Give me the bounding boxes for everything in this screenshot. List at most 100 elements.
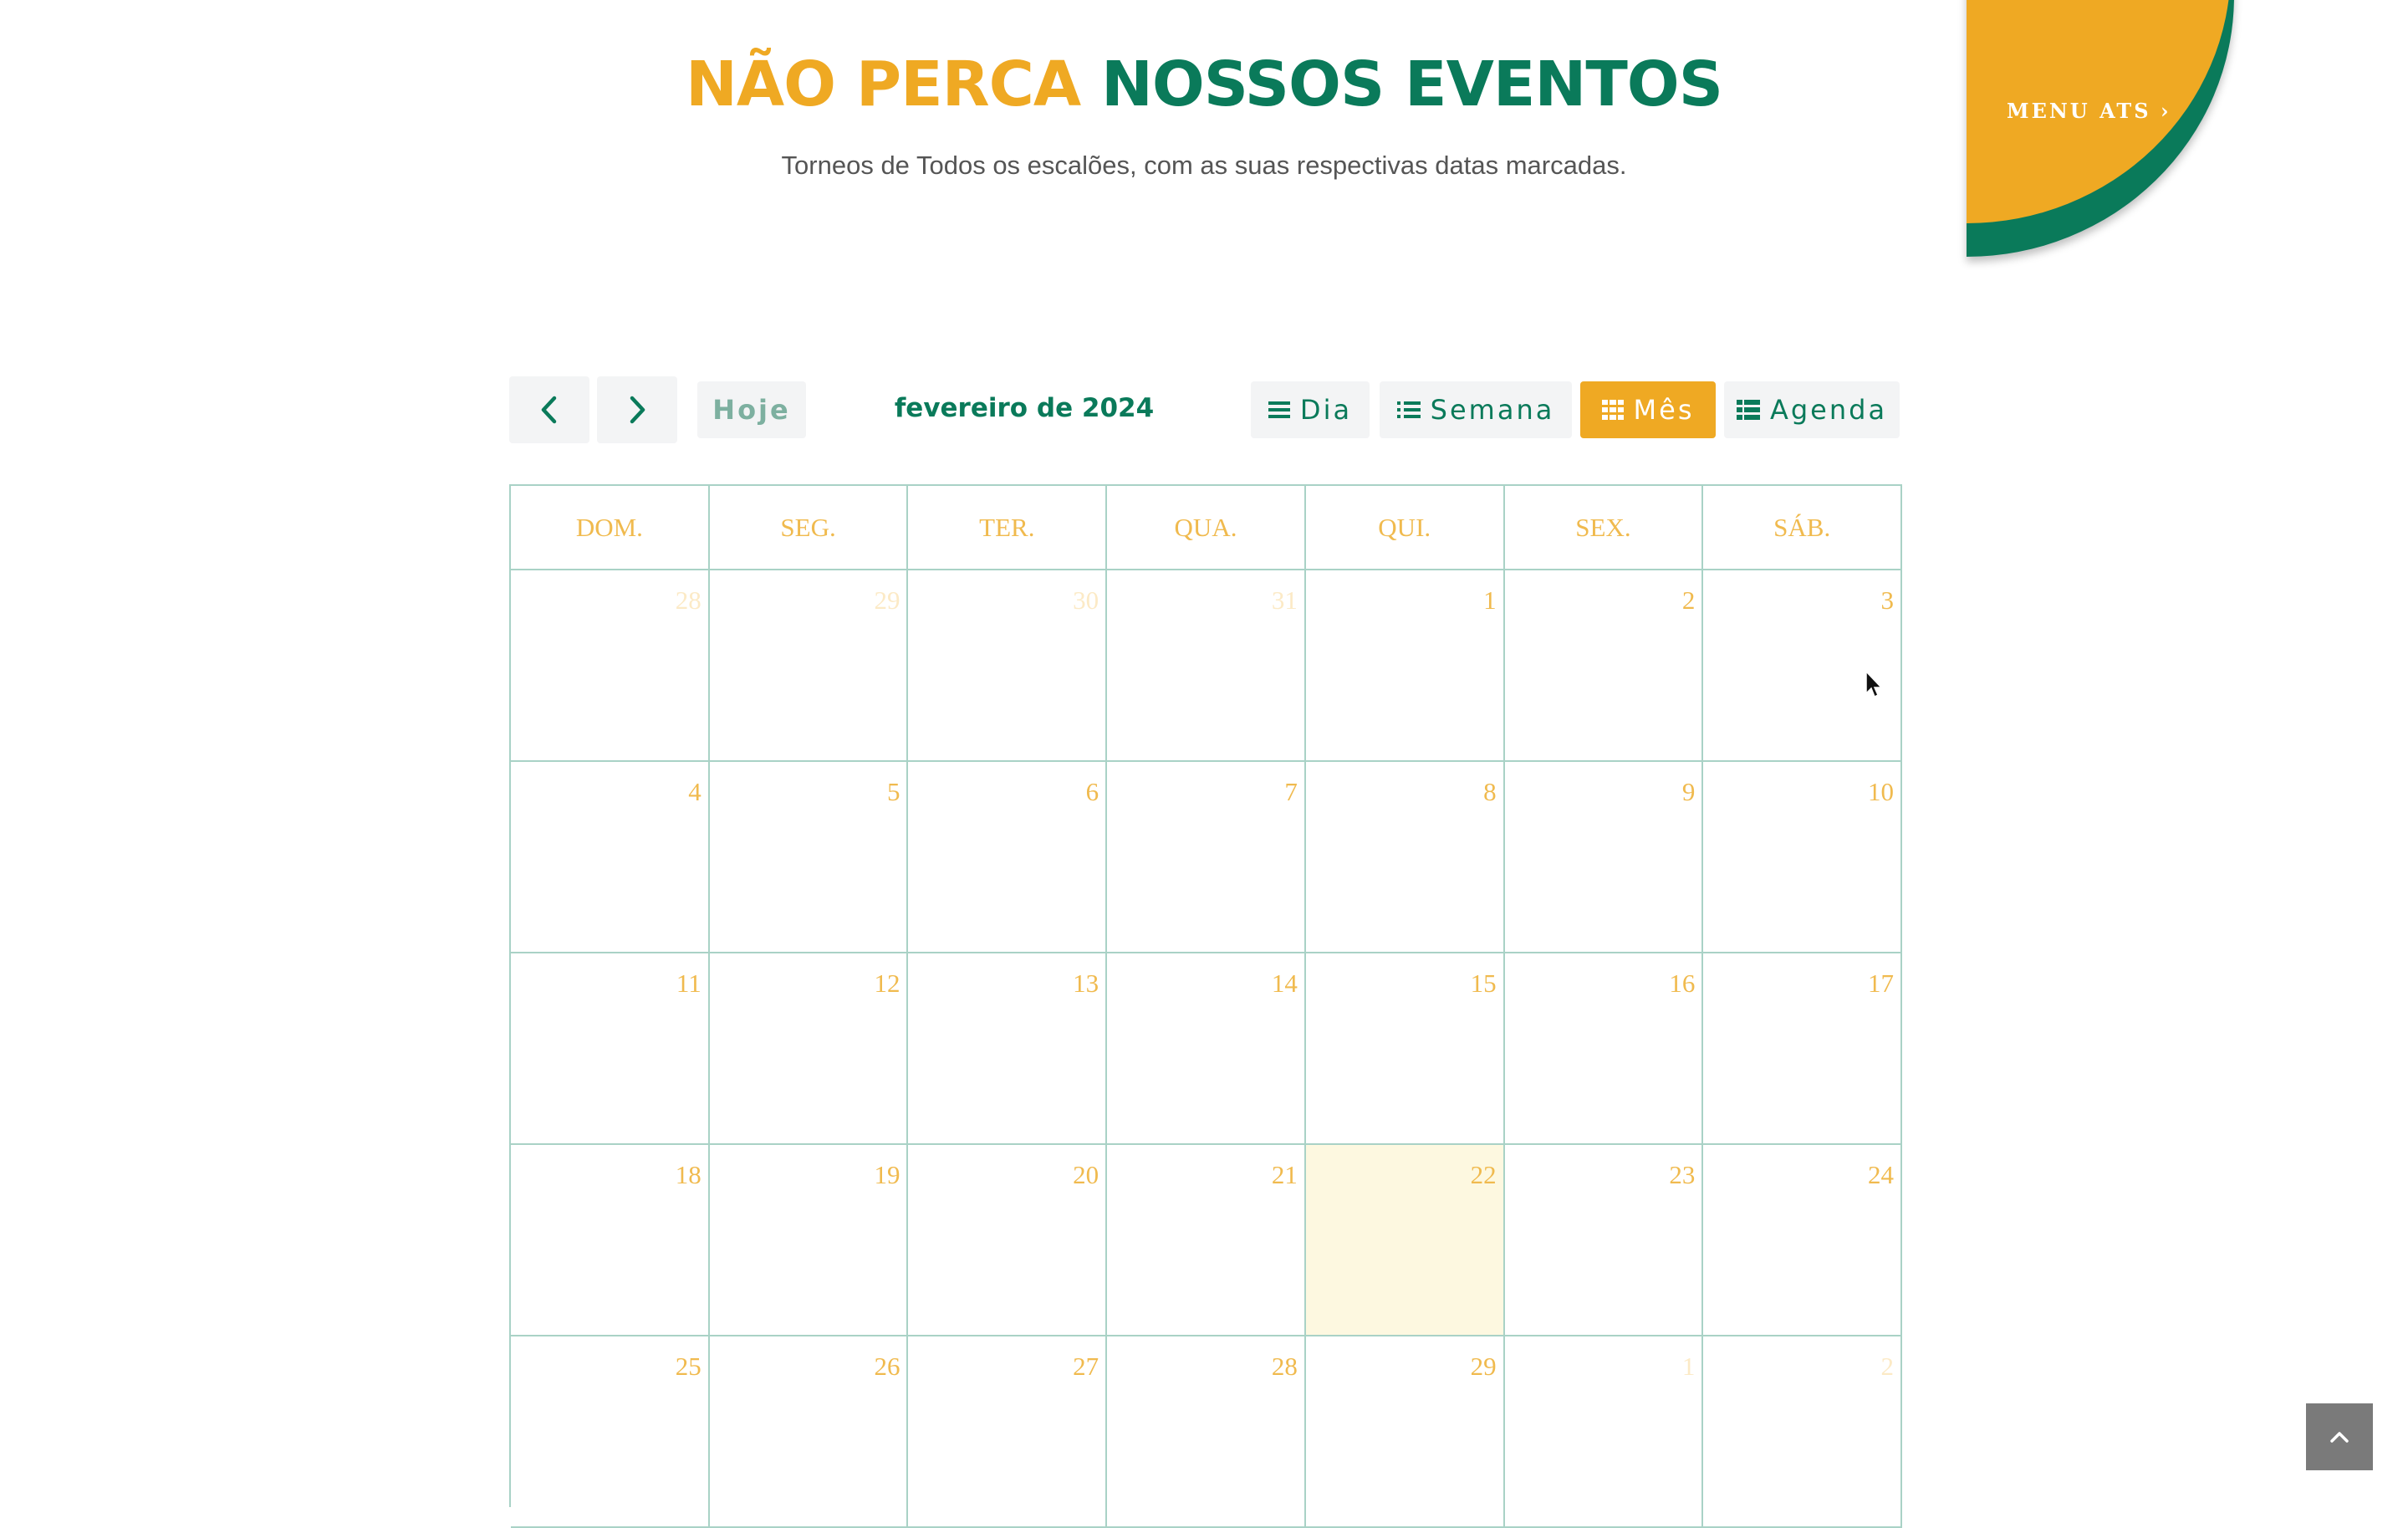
weekday-header: DOM.	[511, 486, 710, 570]
day-number[interactable]: 1	[1682, 1352, 1696, 1382]
day-number[interactable]: 29	[874, 585, 900, 616]
day-number[interactable]: 24	[1868, 1160, 1894, 1190]
day-number[interactable]: 22	[1471, 1160, 1497, 1190]
day-cell[interactable]: 15	[1305, 953, 1505, 1145]
scroll-top-button[interactable]	[2306, 1403, 2373, 1470]
day-cell[interactable]: 28	[511, 570, 710, 762]
day-cell[interactable]: 13	[908, 953, 1108, 1145]
day-number[interactable]: 6	[1086, 777, 1099, 807]
period-title: fevereiro de 2024	[894, 393, 1155, 423]
day-cell[interactable]: 5	[709, 762, 909, 953]
day-number[interactable]: 8	[1483, 777, 1497, 807]
view-agenda-button[interactable]: Agenda	[1724, 381, 1900, 438]
day-cell[interactable]: 12	[709, 953, 909, 1145]
calendar-weeks: 28 29 30 31 1 2 3 4 5 6 7 8 9 10 11 12 13 14 15 16 17 18 19 20 2…	[511, 570, 1903, 1528]
day-cell[interactable]: 29	[709, 570, 909, 762]
day-cell[interactable]: 17	[1703, 953, 1903, 1145]
weekday-header: QUA.	[1107, 486, 1306, 570]
day-number[interactable]: 3	[1881, 585, 1895, 616]
menu-ats-button[interactable]: MENU ATS ›	[2007, 99, 2171, 123]
day-cell[interactable]: 8	[1305, 762, 1505, 953]
day-cell[interactable]: 6	[908, 762, 1108, 953]
day-cell[interactable]: 18	[511, 1145, 710, 1336]
day-cell[interactable]: 25	[511, 1336, 710, 1528]
day-number[interactable]: 31	[1272, 585, 1298, 616]
day-number[interactable]: 19	[874, 1160, 900, 1190]
weekday-header: QUI.	[1305, 486, 1505, 570]
day-cell[interactable]: 2	[1703, 1336, 1903, 1528]
day-number[interactable]: 20	[1073, 1160, 1099, 1190]
day-number[interactable]: 29	[1471, 1352, 1497, 1382]
day-number[interactable]: 28	[676, 585, 701, 616]
day-cell[interactable]: 11	[511, 953, 710, 1145]
day-cell[interactable]: 24	[1703, 1145, 1903, 1336]
day-cell[interactable]: 1	[1305, 570, 1505, 762]
weekday-header: TER.	[908, 486, 1108, 570]
day-cell[interactable]: 1	[1504, 1336, 1704, 1528]
calendar-week-row: 28 29 30 31 1 2 3	[511, 570, 1903, 762]
day-number[interactable]: 10	[1868, 777, 1894, 807]
list-bullets-icon	[1396, 401, 1421, 418]
day-number[interactable]: 23	[1669, 1160, 1695, 1190]
day-cell[interactable]: 30	[908, 570, 1108, 762]
month-calendar: DOM. SEG. TER. QUA. QUI. SEX. SÁB. 28 29 3…	[509, 484, 1903, 1528]
day-cell[interactable]: 3	[1703, 570, 1903, 762]
day-number[interactable]: 27	[1073, 1352, 1099, 1382]
day-cell[interactable]: 21	[1107, 1145, 1306, 1336]
today-button[interactable]: Hoje	[697, 381, 806, 438]
chevron-right-icon	[630, 396, 645, 424]
day-cell[interactable]: 14	[1107, 953, 1306, 1145]
day-number[interactable]: 28	[1272, 1352, 1298, 1382]
view-week-button[interactable]: Semana	[1380, 381, 1572, 438]
day-cell[interactable]: 10	[1703, 762, 1903, 953]
day-number[interactable]: 9	[1682, 777, 1696, 807]
day-cell[interactable]: 2	[1504, 570, 1704, 762]
day-number[interactable]: 25	[676, 1352, 701, 1382]
day-number[interactable]: 2	[1881, 1352, 1895, 1382]
weekday-header: SÁB.	[1703, 486, 1903, 570]
day-number[interactable]: 11	[676, 968, 701, 999]
day-number[interactable]: 17	[1868, 968, 1894, 999]
view-day-label: Dia	[1299, 394, 1353, 426]
day-number[interactable]: 12	[874, 968, 900, 999]
view-month-button[interactable]: Mês	[1580, 381, 1716, 438]
next-button[interactable]	[597, 376, 677, 443]
day-cell-today[interactable]: 22	[1305, 1145, 1505, 1336]
day-number[interactable]: 16	[1669, 968, 1695, 999]
day-cell[interactable]: 27	[908, 1336, 1108, 1528]
day-number[interactable]: 18	[676, 1160, 701, 1190]
weekday-header-row: DOM. SEG. TER. QUA. QUI. SEX. SÁB.	[511, 486, 1903, 570]
day-cell[interactable]: 31	[1107, 570, 1306, 762]
day-number[interactable]: 14	[1272, 968, 1298, 999]
chevron-left-icon	[541, 396, 557, 424]
view-day-button[interactable]: Dia	[1251, 381, 1370, 438]
day-cell[interactable]: 9	[1504, 762, 1704, 953]
day-number[interactable]: 13	[1073, 968, 1099, 999]
day-cell[interactable]: 19	[709, 1145, 909, 1336]
day-cell[interactable]: 4	[511, 762, 710, 953]
day-cell[interactable]: 16	[1504, 953, 1704, 1145]
calendar-week-row: 4 5 6 7 8 9 10	[511, 762, 1903, 953]
mouse-cursor-icon	[1865, 670, 1883, 698]
view-month-label: Mês	[1633, 394, 1695, 426]
day-number[interactable]: 21	[1272, 1160, 1298, 1190]
day-cell[interactable]: 7	[1107, 762, 1306, 953]
day-number[interactable]: 1	[1483, 585, 1497, 616]
weekday-header: SEX.	[1504, 486, 1704, 570]
day-cell[interactable]: 26	[709, 1336, 909, 1528]
day-cell[interactable]: 23	[1504, 1145, 1704, 1336]
day-cell[interactable]: 29	[1305, 1336, 1505, 1528]
day-number[interactable]: 15	[1471, 968, 1497, 999]
day-cell[interactable]: 28	[1107, 1336, 1306, 1528]
day-cell[interactable]: 20	[908, 1145, 1108, 1336]
grid-icon	[1601, 400, 1624, 420]
day-number[interactable]: 26	[874, 1352, 900, 1382]
day-number[interactable]: 2	[1682, 585, 1696, 616]
day-number[interactable]: 4	[688, 777, 701, 807]
calendar-week-row: 11 12 13 14 15 16 17	[511, 953, 1903, 1145]
chevron-up-icon	[2330, 1432, 2349, 1443]
day-number[interactable]: 30	[1073, 585, 1099, 616]
prev-button[interactable]	[509, 376, 589, 443]
day-number[interactable]: 5	[887, 777, 900, 807]
day-number[interactable]: 7	[1284, 777, 1298, 807]
